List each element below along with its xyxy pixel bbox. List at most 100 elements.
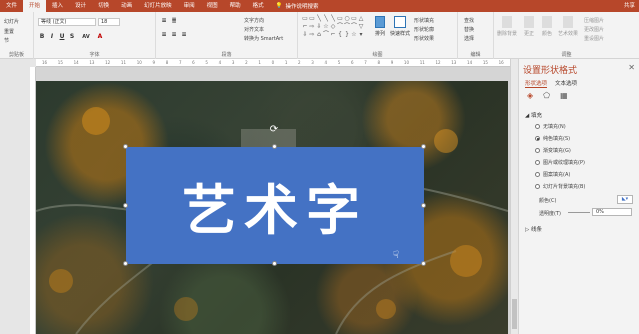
align-text-button[interactable]: 对齐文本 [244,26,264,33]
new-slide-button[interactable]: 幻灯片 [4,18,19,25]
compress-pictures-button[interactable]: 压缩图片 [584,17,604,24]
transparency-input[interactable]: 0% [592,208,632,216]
shape-icon[interactable]: ▭ [337,15,343,23]
shape-icon[interactable]: ╲ [316,15,322,23]
shape-fill-button[interactable]: 形状填充 [414,17,434,24]
shape-icon[interactable]: △ [358,15,364,23]
align-center-icon[interactable]: ≡ [170,31,178,39]
effects-icon[interactable]: ⬠ [543,91,550,100]
vertical-scrollbar[interactable] [510,59,518,334]
shape-icon[interactable]: ⌂ [316,31,322,39]
fill-option-gradient[interactable]: 渐变填充(G) [535,147,571,154]
resize-handle[interactable] [421,144,426,149]
resize-handle[interactable] [272,144,277,149]
shape-icon[interactable]: ⌒ [351,23,357,31]
shape-icon[interactable]: ☆ [351,31,357,39]
shape-icon[interactable]: ▾ [358,31,364,39]
wordart-text[interactable]: 艺术字 [182,166,368,245]
arrange-button[interactable]: 排列 [372,16,388,37]
shadow-button[interactable]: S [68,33,76,41]
shape-icon[interactable]: } [344,31,350,39]
bullets-icon[interactable]: ≡ [160,17,168,25]
change-picture-button[interactable]: 更改图片 [584,26,604,33]
transparency-slider[interactable] [568,212,590,213]
text-direction-button[interactable]: 文字方向 [244,17,264,24]
resize-handle[interactable] [123,203,128,208]
resize-handle[interactable] [272,261,277,266]
shape-effects-button[interactable]: 形状效果 [414,35,434,42]
fill-option-picture[interactable]: 图片或纹理填充(P) [535,159,585,166]
shape-icon[interactable]: { [337,31,343,39]
radio-button[interactable] [535,160,540,165]
fill-option-none[interactable]: 无填充(N) [535,123,566,130]
resize-handle[interactable] [421,203,426,208]
shape-icon[interactable]: ▭ [309,15,315,23]
underline-button[interactable]: U [58,33,66,41]
shape-icon[interactable]: ⇨ [309,31,315,39]
radio-button[interactable] [535,148,540,153]
tab-text-options[interactable]: 文本选项 [555,79,577,88]
shape-icon[interactable]: ⇩ [316,23,322,31]
shape-icon[interactable]: ▭ [302,15,308,23]
tab-transitions[interactable]: 切换 [92,0,115,12]
bold-button[interactable]: B [38,33,46,41]
corrections-button[interactable]: 更正 [522,16,536,37]
shape-outline-button[interactable]: 形状轮廓 [414,26,434,33]
smartart-button[interactable]: 转换为 SmartArt [244,35,283,42]
fill-line-icon[interactable]: ◈ [527,91,533,100]
tab-view[interactable]: 视图 [201,0,224,12]
section-button[interactable]: 节 [4,37,9,44]
size-properties-icon[interactable]: ▦ [560,91,568,100]
char-spacing-button[interactable]: AV [80,33,92,41]
tab-help[interactable]: 帮助 [224,0,247,12]
color-button[interactable]: 颜色 [540,16,554,37]
wordart-textbox[interactable]: 艺术字 [126,147,424,264]
shape-icon[interactable]: ○ [344,15,350,23]
tab-animations[interactable]: 动画 [115,0,138,12]
shape-icon[interactable]: ⇩ [302,31,308,39]
tab-slideshow[interactable]: 幻灯片放映 [138,0,178,12]
reset-picture-button[interactable]: 重设图片 [584,35,604,42]
resize-handle[interactable] [421,261,426,266]
fill-option-pattern[interactable]: 图案填充(A) [535,171,570,178]
shape-icon[interactable]: ▽ [358,23,364,31]
radio-button[interactable] [535,184,540,189]
fill-section-header[interactable]: ◢ 填充 [525,111,542,119]
select-button[interactable]: 选择 [464,35,474,42]
scrollbar-thumb[interactable] [512,299,517,329]
tab-design[interactable]: 设计 [69,0,92,12]
radio-button[interactable] [535,172,540,177]
fill-color-picker[interactable]: ◣▾ [617,195,633,204]
tab-insert[interactable]: 插入 [46,0,69,12]
shape-icon[interactable]: ◇ [330,23,336,31]
shape-icon[interactable]: ⌐ [330,31,336,39]
reset-button[interactable]: 重置 [4,28,14,35]
remove-background-button[interactable]: 删除背景 [496,16,518,37]
tab-format[interactable]: 格式 [247,0,270,12]
shape-icon[interactable]: ╲ [323,15,329,23]
tell-me-search[interactable]: 💡 操作说明搜索 [276,2,319,10]
italic-button[interactable]: I [48,33,56,41]
tab-file[interactable]: 文件 [0,0,23,12]
font-color-icon[interactable]: A [96,33,104,41]
quick-styles-button[interactable]: 快速样式 [390,16,410,37]
artistic-effects-button[interactable]: 艺术效果 [558,16,578,37]
tab-shape-options[interactable]: 形状选项 [525,79,548,88]
radio-button[interactable] [535,136,540,141]
align-right-icon[interactable]: ≡ [180,31,188,39]
numbering-icon[interactable]: ≣ [170,17,178,25]
line-section-header[interactable]: ▷ 线条 [525,225,542,233]
slide-thumbnail-panel[interactable] [0,59,30,334]
shape-icon[interactable]: ⌐ [302,23,308,31]
font-size-combo[interactable]: 18 [98,18,120,26]
rotate-handle-icon[interactable]: ⟳ [269,125,279,135]
radio-button[interactable] [535,124,540,129]
shapes-gallery[interactable]: ▭ ▭ ╲ ╲ ╲ ▭ ○ ▭ △ ⌐ ⇨ ⇩ ☆ ◇ ⌒ ⌒ ⌒ ▽ ⇩ ⇨ ⌂ ⌒ ⌐{} ☆ ▾ [302,15,364,47]
resize-handle[interactable] [123,261,128,266]
shape-icon[interactable]: ▭ [351,15,357,23]
shape-icon[interactable]: ⌒ [337,23,343,31]
tab-review[interactable]: 审阅 [178,0,201,12]
tab-home[interactable]: 开始 [23,0,47,12]
close-icon[interactable]: ✕ [628,63,635,72]
find-button[interactable]: 查找 [464,17,474,24]
